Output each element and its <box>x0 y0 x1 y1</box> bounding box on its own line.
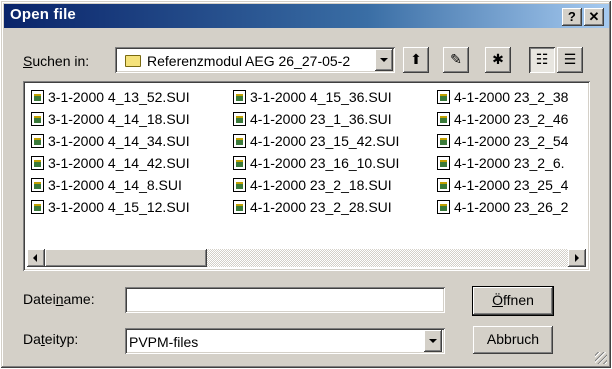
filename-input[interactable] <box>125 287 445 313</box>
file-item[interactable]: 4-1-2000 23_2_46 <box>437 111 568 129</box>
file-icon <box>233 156 246 170</box>
file-icon <box>31 134 44 148</box>
title-bar: Open file ? ✕ <box>4 4 609 28</box>
file-icon <box>31 178 44 192</box>
file-item[interactable]: 4-1-2000 23_2_18.SUI <box>233 177 392 195</box>
file-icon <box>233 178 246 192</box>
close-button[interactable]: ✕ <box>584 8 604 26</box>
file-item[interactable]: 3-1-2000 4_15_12.SUI <box>31 199 190 217</box>
filename-label: Dateiname: <box>23 291 95 307</box>
file-icon <box>31 200 44 214</box>
lookin-value: Referenzmodul AEG 26_27-05-2 <box>147 53 351 69</box>
desktop-icon[interactable]: ✎ <box>443 47 469 73</box>
horizontal-scrollbar[interactable] <box>27 249 586 267</box>
filetype-label: Dateityp: <box>23 331 79 347</box>
file-icon <box>233 90 246 104</box>
cancel-button[interactable]: Abbruch <box>473 326 553 354</box>
lookin-dropdown-button[interactable] <box>375 49 393 71</box>
file-column-clipped: 4-1-2000 23_2_38 4-1-2000 23_2_46 4-1-20… <box>435 83 588 223</box>
file-item[interactable]: 3-1-2000 4_15_36.SUI <box>233 89 392 107</box>
lookin-label: Suchen in: <box>23 53 90 69</box>
file-icon <box>31 90 44 104</box>
file-item[interactable]: 4-1-2000 23_16_10.SUI <box>233 155 399 173</box>
folder-icon <box>125 55 141 67</box>
scroll-left-icon[interactable] <box>27 249 45 267</box>
file-item[interactable]: 4-1-2000 23_2_38 <box>437 89 568 107</box>
up-folder-icon[interactable]: ⬆ <box>403 47 429 73</box>
file-item[interactable]: 3-1-2000 4_14_8.SUI <box>31 177 182 195</box>
file-item[interactable]: 4-1-2000 23_25_4 <box>437 177 568 195</box>
file-item[interactable]: 4-1-2000 23_2_28.SUI <box>233 199 392 217</box>
file-icon <box>437 156 450 170</box>
file-item[interactable]: 4-1-2000 23_15_42.SUI <box>233 133 399 151</box>
file-icon <box>437 112 450 126</box>
details-view-icon[interactable]: ☰ <box>557 47 583 73</box>
filetype-combobox[interactable]: PVPM-files <box>125 328 445 354</box>
open-file-dialog: Open file ? ✕ Suchen in: Referenzmodul A… <box>0 0 612 369</box>
new-folder-icon[interactable]: ✱ <box>485 47 511 73</box>
file-item[interactable]: 3-1-2000 4_13_52.SUI <box>31 89 190 107</box>
file-icon <box>31 156 44 170</box>
file-item[interactable]: 3-1-2000 4_14_18.SUI <box>31 111 190 129</box>
file-icon <box>437 178 450 192</box>
file-icon <box>437 134 450 148</box>
scroll-thumb[interactable] <box>45 249 207 267</box>
file-item[interactable]: 4-1-2000 23_2_54 <box>437 133 568 151</box>
file-icon <box>233 112 246 126</box>
file-item[interactable]: 4-1-2000 23_1_36.SUI <box>233 111 392 129</box>
file-icon <box>233 134 246 148</box>
help-button[interactable]: ? <box>562 8 582 26</box>
dialog-title: Open file <box>10 6 76 23</box>
file-list-content: 3-1-2000 4_13_52.SUI 3-1-2000 4_14_18.SU… <box>25 83 588 269</box>
lookin-combobox[interactable]: Referenzmodul AEG 26_27-05-2 <box>115 47 395 73</box>
open-button[interactable]: Öffnen <box>472 286 554 316</box>
filetype-dropdown-button[interactable] <box>424 330 442 352</box>
filetype-value: PVPM-files <box>129 334 199 350</box>
resize-grip-icon[interactable] <box>595 352 607 364</box>
file-item[interactable]: 4-1-2000 23_2_6. <box>437 155 565 173</box>
file-icon <box>437 90 450 104</box>
scroll-right-icon[interactable] <box>568 249 586 267</box>
file-item[interactable]: 4-1-2000 23_26_2 <box>437 199 568 217</box>
file-item[interactable]: 3-1-2000 4_14_34.SUI <box>31 133 190 151</box>
list-view-icon[interactable]: ☷ <box>529 47 555 73</box>
file-item[interactable]: 3-1-2000 4_14_42.SUI <box>31 155 190 173</box>
file-icon <box>437 200 450 214</box>
file-icon <box>31 112 44 126</box>
file-icon <box>233 200 246 214</box>
